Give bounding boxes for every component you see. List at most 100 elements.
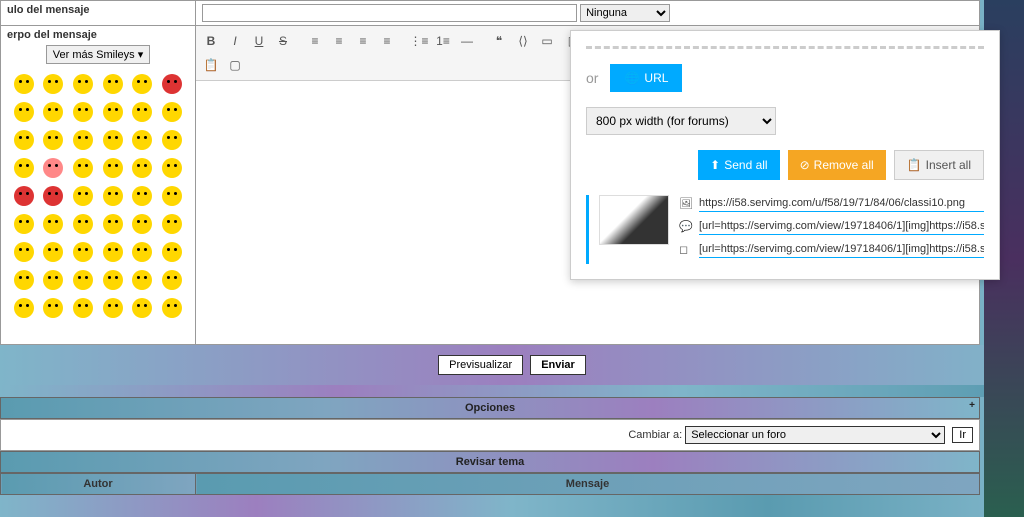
bbcode-url-input[interactable] <box>699 218 984 235</box>
strike-button[interactable]: S <box>272 30 294 52</box>
image-icon: 🖼 <box>679 197 693 210</box>
smiley-icon[interactable] <box>162 298 182 318</box>
smiley-icon[interactable] <box>132 186 152 206</box>
smiley-icon[interactable] <box>132 270 152 290</box>
smiley-icon[interactable] <box>103 130 123 150</box>
list-ol-button[interactable]: 1≡ <box>432 30 454 52</box>
send-all-button[interactable]: ⬆ Send all <box>698 150 779 180</box>
smiley-icon[interactable] <box>132 102 152 122</box>
smiley-icon[interactable] <box>43 186 63 206</box>
smiley-icon[interactable] <box>14 298 34 318</box>
code-button[interactable]: ⟨⟩ <box>512 30 534 52</box>
smiley-grid <box>7 68 189 324</box>
smiley-icon[interactable] <box>162 102 182 122</box>
smiley-icon[interactable] <box>73 186 93 206</box>
hr-button[interactable]: — <box>456 30 478 52</box>
smiley-icon[interactable] <box>43 74 63 94</box>
smiley-icon[interactable] <box>103 158 123 178</box>
smiley-icon[interactable] <box>132 74 152 94</box>
smiley-icon[interactable] <box>73 102 93 122</box>
smiley-icon[interactable] <box>73 242 93 262</box>
smiley-icon[interactable] <box>103 186 123 206</box>
review-header: Revisar tema <box>0 451 980 473</box>
smiley-icon[interactable] <box>103 242 123 262</box>
smiley-icon[interactable] <box>14 130 34 150</box>
smiley-icon[interactable] <box>162 270 182 290</box>
forum-select[interactable]: Seleccionar un foro <box>685 426 945 444</box>
smiley-icon[interactable] <box>162 130 182 150</box>
smiley-icon[interactable] <box>132 214 152 234</box>
align-right-button[interactable]: ≡ <box>352 30 374 52</box>
quote-button[interactable]: ❝ <box>488 30 510 52</box>
italic-button[interactable]: I <box>224 30 246 52</box>
align-justify-button[interactable]: ≡ <box>376 30 398 52</box>
smiley-icon[interactable] <box>103 270 123 290</box>
smiley-icon[interactable] <box>103 298 123 318</box>
smiley-icon[interactable] <box>73 214 93 234</box>
smiley-icon[interactable] <box>14 102 34 122</box>
smiley-icon[interactable] <box>43 130 63 150</box>
go-button[interactable]: Ir <box>952 427 973 443</box>
or-label: or <box>586 70 598 86</box>
smiley-icon[interactable] <box>73 74 93 94</box>
thumb-url-input[interactable] <box>699 241 984 258</box>
smiley-icon[interactable] <box>132 298 152 318</box>
smiley-icon[interactable] <box>103 102 123 122</box>
remove-all-button[interactable]: ⊘ Remove all <box>788 150 886 180</box>
change-to-label: Cambiar a: <box>628 429 682 441</box>
smiley-icon[interactable] <box>43 242 63 262</box>
smiley-icon[interactable] <box>43 102 63 122</box>
options-header: Opciones + <box>0 397 980 419</box>
smiley-icon[interactable] <box>132 158 152 178</box>
preview-button[interactable]: Previsualizar <box>438 355 523 375</box>
smiley-icon[interactable] <box>132 242 152 262</box>
send-button[interactable]: Enviar <box>530 355 586 375</box>
underline-button[interactable]: U <box>248 30 270 52</box>
body-label: erpo del mensaje <box>7 29 189 41</box>
message-column: Mensaje <box>196 474 980 495</box>
smiley-icon[interactable] <box>162 74 182 94</box>
smiley-icon[interactable] <box>14 158 34 178</box>
smiley-icon[interactable] <box>162 242 182 262</box>
smiley-icon[interactable] <box>162 158 182 178</box>
direct-url-input[interactable] <box>699 195 984 212</box>
title-input[interactable] <box>202 4 577 22</box>
align-center-button[interactable]: ≡ <box>328 30 350 52</box>
smiley-icon[interactable] <box>14 186 34 206</box>
smiley-icon[interactable] <box>103 214 123 234</box>
paste-button[interactable]: 📋 <box>200 54 222 76</box>
list-ul-button[interactable]: ⋮≡ <box>408 30 430 52</box>
image-upload-popup: or 🌐 URL 800 px width (for forums) ⬆ Sen… <box>570 30 1000 280</box>
spoiler-button[interactable]: ▭ <box>536 30 558 52</box>
smiley-icon[interactable] <box>43 158 63 178</box>
title-type-select[interactable]: Ninguna <box>580 4 670 22</box>
clipboard-icon: 📋 <box>907 158 922 172</box>
smiley-icon[interactable] <box>43 270 63 290</box>
smiley-icon[interactable] <box>162 186 182 206</box>
smiley-icon[interactable] <box>73 270 93 290</box>
smiley-icon[interactable] <box>14 242 34 262</box>
url-button[interactable]: 🌐 URL <box>610 64 682 92</box>
expand-icon[interactable]: + <box>969 400 975 411</box>
title-label: ulo del mensaje <box>1 1 196 26</box>
smiley-icon[interactable] <box>43 214 63 234</box>
smiley-icon[interactable] <box>103 74 123 94</box>
bold-button[interactable]: B <box>200 30 222 52</box>
smiley-icon[interactable] <box>14 270 34 290</box>
smiley-icon[interactable] <box>14 214 34 234</box>
cancel-icon: ⊘ <box>800 158 810 172</box>
smiley-icon[interactable] <box>73 158 93 178</box>
insert-all-button[interactable]: 📋 Insert all <box>894 150 984 180</box>
smiley-icon[interactable] <box>132 130 152 150</box>
align-left-button[interactable]: ≡ <box>304 30 326 52</box>
smiley-icon[interactable] <box>73 298 93 318</box>
smiley-icon[interactable] <box>43 298 63 318</box>
smiley-icon[interactable] <box>162 214 182 234</box>
width-select[interactable]: 800 px width (for forums) <box>586 107 776 135</box>
smiley-icon[interactable] <box>14 74 34 94</box>
smiley-icon[interactable] <box>73 130 93 150</box>
bbcode-icon: 💬 <box>679 220 693 233</box>
thumbnail <box>599 195 669 245</box>
source-button[interactable]: ▢ <box>224 54 246 76</box>
more-smileys-button[interactable]: Ver más Smileys ▾ <box>46 45 151 64</box>
